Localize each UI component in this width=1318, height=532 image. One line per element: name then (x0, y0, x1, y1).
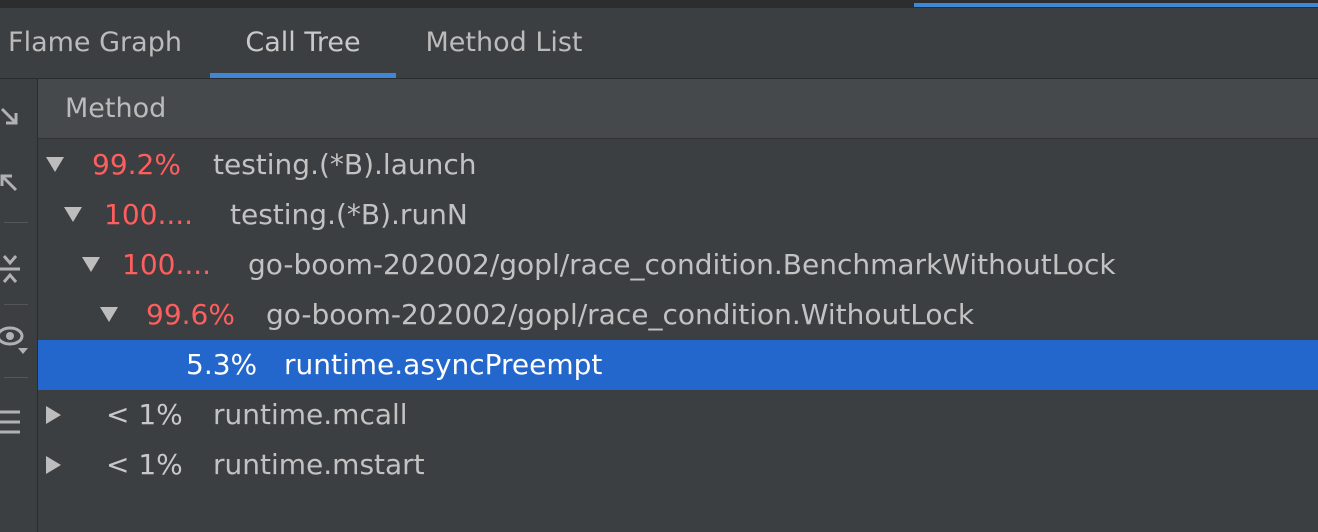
collapse-all-button[interactable] (0, 154, 37, 204)
toolbar-separator (4, 222, 28, 223)
column-header-method[interactable]: Method (38, 79, 1318, 139)
view-options-button[interactable] (0, 311, 37, 361)
row-percent: 100.... (104, 198, 194, 231)
row-method-name: testing.(*B).launch (213, 148, 477, 181)
row-method-name: go-boom-202002/gopl/race_condition.Witho… (266, 298, 975, 331)
row-method-name: runtime.asyncPreempt (284, 348, 603, 381)
tab-flame-graph-label: Flame Graph (8, 27, 182, 58)
row-method-name: go-boom-202002/gopl/race_condition.Bench… (248, 248, 1116, 281)
collapsed-arrow-icon[interactable] (46, 456, 61, 474)
row-percent: < 1% (106, 448, 183, 481)
call-tree-panel: Method 99.2% testing.(*B).launch 100....… (38, 79, 1318, 532)
expanded-arrow-icon[interactable] (82, 257, 100, 272)
tree-row[interactable]: < 1% runtime.mstart (38, 440, 1318, 490)
tab-method-list-label: Method List (425, 27, 583, 58)
tree-row[interactable]: < 1% runtime.mcall (38, 390, 1318, 440)
row-percent: 99.2% (92, 148, 181, 181)
left-toolbar (0, 79, 38, 532)
expand-all-icon (0, 107, 18, 125)
row-method-name: runtime.mcall (213, 398, 408, 431)
collapse-all-icon (0, 174, 18, 192)
toolbar-separator (4, 304, 28, 305)
collapsed-arrow-icon[interactable] (46, 406, 61, 424)
expanded-arrow-icon[interactable] (46, 157, 64, 172)
merge-button[interactable] (0, 244, 37, 294)
expand-all-button[interactable] (0, 89, 37, 139)
tree-row[interactable]: 100.... testing.(*B).runN (38, 190, 1318, 240)
merge-icon (0, 255, 20, 283)
row-percent: 99.6% (146, 298, 235, 331)
tab-flame-graph[interactable]: Flame Graph (0, 8, 190, 78)
column-header-label: Method (65, 93, 167, 124)
row-method-name: testing.(*B).runN (230, 198, 468, 231)
active-tab-underline (210, 73, 396, 78)
expanded-arrow-icon[interactable] (100, 307, 118, 322)
row-percent: < 1% (106, 398, 183, 431)
expanded-arrow-icon[interactable] (64, 207, 82, 222)
row-percent: 5.3% (186, 348, 258, 381)
top-strip (0, 0, 1318, 8)
tree-row-selected[interactable]: 5.3% runtime.asyncPreempt (38, 340, 1318, 390)
view-options-icon (0, 326, 28, 354)
toolbar-separator (4, 377, 28, 378)
row-percent: 100.... (122, 248, 212, 281)
tree-row[interactable]: 99.6% go-boom-202002/gopl/race_condition… (38, 290, 1318, 340)
tab-call-tree[interactable]: Call Tree (210, 8, 396, 78)
menu-icon (0, 410, 20, 434)
tree-row[interactable]: 100.... go-boom-202002/gopl/race_conditi… (38, 240, 1318, 290)
row-method-name: runtime.mstart (213, 448, 425, 481)
tree-row[interactable]: 99.2% testing.(*B).launch (38, 140, 1318, 190)
profiler-window: Flame Graph Call Tree Method List Method… (0, 0, 1318, 532)
menu-button[interactable] (0, 397, 37, 447)
active-indicator-bar (914, 3, 1318, 7)
tab-method-list[interactable]: Method List (406, 8, 602, 78)
view-tabs: Flame Graph Call Tree Method List (0, 8, 1318, 79)
tab-call-tree-label: Call Tree (245, 27, 361, 58)
